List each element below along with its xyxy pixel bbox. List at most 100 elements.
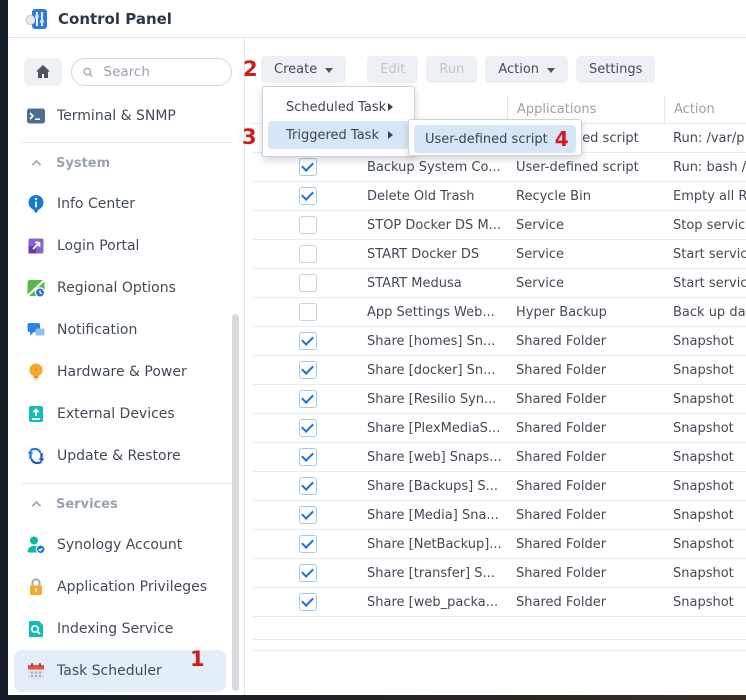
task-name-cell: START Docker DS <box>364 247 507 262</box>
sidebar-item-info-center[interactable]: Info Center <box>8 183 244 225</box>
table-row[interactable]: Share [docker] Sn... Shared Folder Snaps… <box>252 356 746 385</box>
action-cell: Snapshot <box>664 392 746 407</box>
table-row[interactable]: Share [web] Snaps... Shared Folder Snaps… <box>252 443 746 472</box>
task-name-cell: Delete Old Trash <box>364 189 507 204</box>
action-button[interactable]: Action <box>485 56 568 83</box>
home-button[interactable] <box>24 58 62 86</box>
header-action[interactable]: Action <box>664 96 746 123</box>
table-row[interactable]: Delete Old Trash Recycle Bin Empty all R <box>252 182 746 211</box>
section-title: Services <box>56 497 118 512</box>
page-title: Control Panel <box>58 10 172 28</box>
action-cell: Back up da <box>664 305 746 320</box>
settings-button-label: Settings <box>589 62 642 77</box>
sidebar-item-label: Notification <box>57 322 137 338</box>
sidebar-item-terminal-snmp[interactable]: Terminal & SNMP <box>8 96 244 136</box>
submenu-arrow-icon <box>388 103 397 111</box>
settings-button[interactable]: Settings <box>576 56 655 83</box>
application-cell: Shared Folder <box>507 479 664 494</box>
application-cell: Shared Folder <box>507 334 664 349</box>
sidebar-item-application-privileges[interactable]: Application Privileges <box>8 566 244 608</box>
task-name-cell: App Settings Web... <box>364 305 507 320</box>
action-cell: Run: /var/p <box>664 131 746 146</box>
table-row[interactable]: Share [Resilio Syn... Shared Folder Snap… <box>252 385 746 414</box>
sidebar-item-synology-account[interactable]: Synology Account <box>8 524 244 566</box>
update-restore-icon <box>26 446 46 466</box>
application-cell: Shared Folder <box>507 537 664 552</box>
synology-account-icon <box>26 535 46 555</box>
menu-item-triggered-task[interactable]: Triggered Task <box>268 121 409 149</box>
annotation-step-3: 3 <box>242 127 257 148</box>
desktop-background: Control Panel <box>0 0 746 700</box>
row-checkbox[interactable] <box>299 448 317 466</box>
triggered-task-submenu: User-defined script 4 <box>408 119 582 156</box>
row-checkbox[interactable] <box>299 332 317 350</box>
sidebar-section-services[interactable]: Services <box>8 484 244 524</box>
action-cell: Snapshot <box>664 421 746 436</box>
row-checkbox[interactable] <box>299 390 317 408</box>
row-checkbox[interactable] <box>299 477 317 495</box>
row-checkbox[interactable] <box>299 274 317 292</box>
table-row[interactable]: Share [Backups] S... Shared Folder Snaps… <box>252 472 746 501</box>
application-privileges-icon <box>26 577 46 597</box>
application-cell: Recycle Bin <box>507 189 664 204</box>
action-cell: Run: bash / <box>664 160 746 175</box>
application-cell: Shared Folder <box>507 421 664 436</box>
row-checkbox[interactable] <box>299 158 317 176</box>
application-cell: Hyper Backup <box>507 305 664 320</box>
sidebar-item-label: Synology Account <box>57 537 182 553</box>
sidebar-item-indexing-service[interactable]: Indexing Service <box>8 608 244 650</box>
menu-item-scheduled-task[interactable]: Scheduled Task <box>268 93 409 121</box>
sidebar-item-regional-options[interactable]: Regional Options <box>8 267 244 309</box>
table-row[interactable]: Share [Media] Sna... Shared Folder Snaps… <box>252 501 746 530</box>
search-input[interactable] <box>102 63 224 81</box>
section-title: System <box>56 156 110 171</box>
table-row[interactable]: STOP Docker DS M... Service Stop servic <box>252 211 746 240</box>
row-checkbox[interactable] <box>299 564 317 582</box>
terminal-icon <box>26 106 46 126</box>
application-cell: Shared Folder <box>507 450 664 465</box>
sidebar-item-label: Info Center <box>57 196 135 212</box>
run-button[interactable]: Run <box>426 56 477 83</box>
sidebar-item-update-restore[interactable]: Update & Restore <box>8 435 244 477</box>
table-row[interactable]: Backup System Co... User-defined script … <box>252 153 746 182</box>
window-titlebar: Control Panel <box>8 0 746 38</box>
table-row[interactable]: Share [PlexMediaS... Shared Folder Snaps… <box>252 414 746 443</box>
edit-button[interactable]: Edit <box>367 56 418 83</box>
action-cell: Snapshot <box>664 566 746 581</box>
row-checkbox[interactable] <box>299 187 317 205</box>
table-row[interactable]: START Medusa Service Start servic <box>252 269 746 298</box>
action-cell: Snapshot <box>664 334 746 349</box>
sidebar-scrollbar[interactable] <box>232 314 239 691</box>
table-row[interactable]: Share [homes] Sn... Shared Folder Snapsh… <box>252 327 746 356</box>
row-checkbox[interactable] <box>299 245 317 263</box>
table-row[interactable]: Share [transfer] S... Shared Folder Snap… <box>252 559 746 588</box>
menu-item-user-defined-script[interactable]: User-defined script 4 <box>414 125 576 153</box>
sidebar-section-system[interactable]: System <box>8 143 244 183</box>
row-checkbox[interactable] <box>299 593 317 611</box>
table-row[interactable]: START Docker DS Service Start servic <box>252 240 746 269</box>
row-checkbox[interactable] <box>299 506 317 524</box>
row-checkbox[interactable] <box>299 361 317 379</box>
sidebar-item-label: Update & Restore <box>57 448 181 464</box>
sidebar-item-external-devices[interactable]: External Devices <box>8 393 244 435</box>
task-name-cell: Share [web] Snaps... <box>364 450 507 465</box>
sidebar-item-label: Hardware & Power <box>57 364 187 380</box>
row-checkbox[interactable] <box>299 303 317 321</box>
search-box[interactable] <box>71 58 232 86</box>
info-center-icon <box>26 194 46 214</box>
sidebar-item-label: Application Privileges <box>57 579 207 595</box>
sidebar-item-hardware-power[interactable]: Hardware & Power <box>8 351 244 393</box>
table-row[interactable]: Share [NetBackup]... Shared Folder Snaps… <box>252 530 746 559</box>
sidebar-item-notification[interactable]: Notification <box>8 309 244 351</box>
row-checkbox[interactable] <box>299 216 317 234</box>
chevron-down-icon <box>325 68 333 77</box>
create-button[interactable]: Create <box>261 56 346 83</box>
table-row[interactable]: App Settings Web... Hyper Backup Back up… <box>252 298 746 327</box>
application-cell: Service <box>507 276 664 291</box>
row-checkbox[interactable] <box>299 535 317 553</box>
sidebar-item-login-portal[interactable]: Login Portal <box>8 225 244 267</box>
table-row[interactable]: Share [web_packa... Shared Folder Snapsh… <box>252 588 746 617</box>
application-cell: Service <box>507 247 664 262</box>
annotation-step-4: 4 <box>555 129 569 149</box>
row-checkbox[interactable] <box>299 419 317 437</box>
